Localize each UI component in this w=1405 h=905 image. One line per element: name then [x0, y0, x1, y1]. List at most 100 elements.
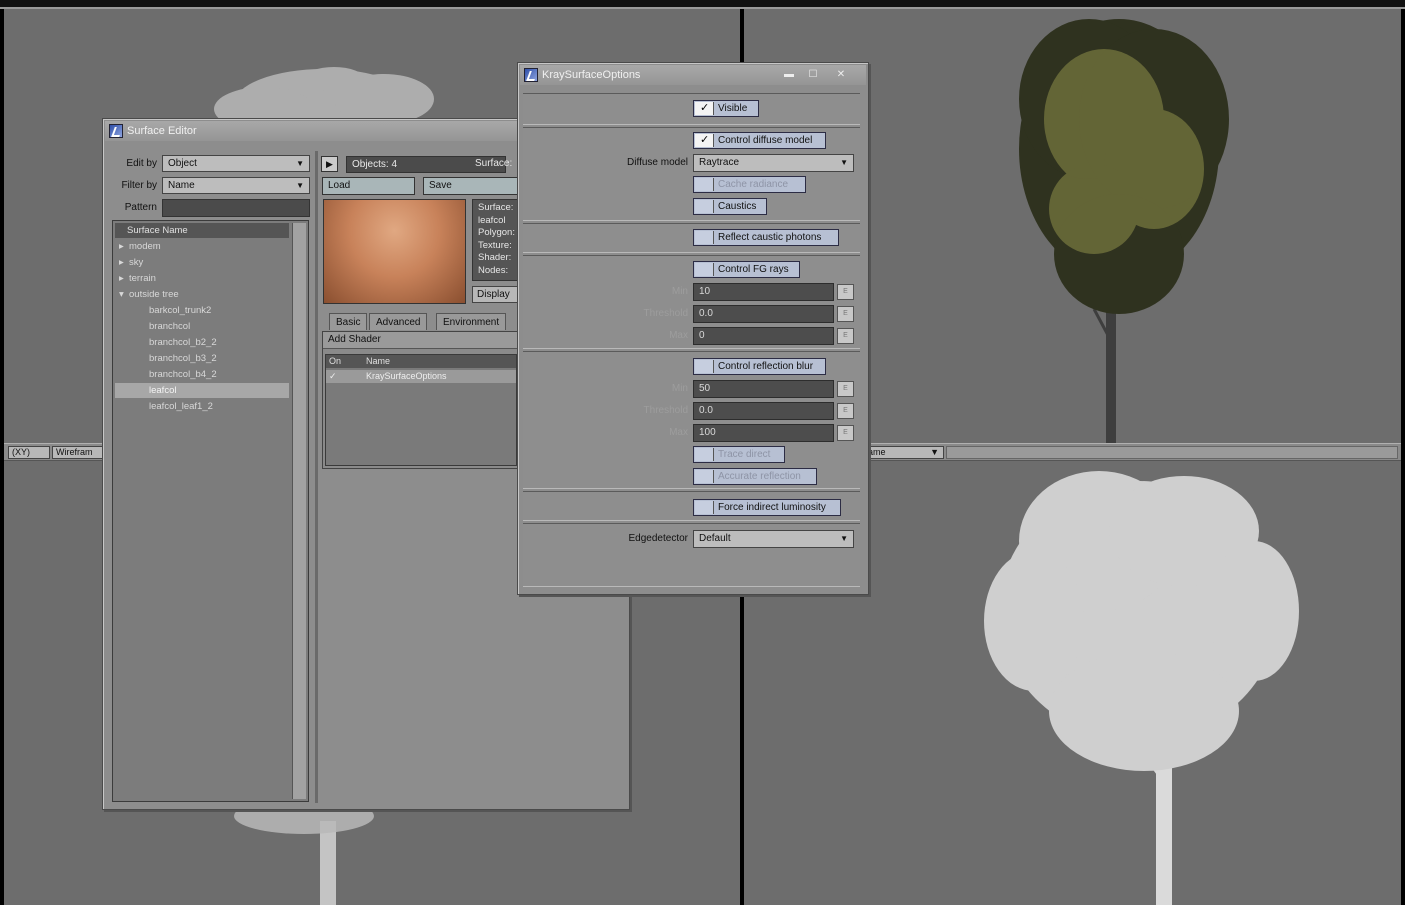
- kray-title: KraySurfaceOptions: [542, 69, 641, 81]
- surface-name: branchcol_b2_2: [149, 337, 217, 348]
- diffuse-model-dropdown[interactable]: Raytrace: [693, 154, 854, 172]
- control-diffuse-checkbox[interactable]: ✓ Control diffuse model: [693, 132, 826, 149]
- fg-max-input[interactable]: 0: [693, 327, 834, 345]
- viewport-toolbar-strip: [946, 446, 1398, 459]
- surface-list-item[interactable]: branchcol_b3_2: [115, 351, 289, 366]
- surface-name: branchcol_b4_2: [149, 369, 217, 380]
- surface-list-item[interactable]: branchcol_b4_2: [115, 367, 289, 382]
- surface-list[interactable]: Surface Name ▸ modem ▸ sky ▸ terrain ▾ outside …: [112, 220, 309, 802]
- top-menu-strip: [0, 0, 1405, 9]
- fg-threshold-input[interactable]: 0.0: [693, 305, 834, 323]
- surface-list-item[interactable]: branchcol: [115, 319, 289, 334]
- visible-checkbox[interactable]: ✓ Visible: [693, 100, 759, 117]
- diffuse-model-label: Diffuse model: [627, 157, 688, 168]
- control-fg-rays-checkbox[interactable]: Control FG rays: [693, 261, 800, 278]
- edit-by-label: Edit by: [126, 158, 157, 169]
- kray-surface-options-window[interactable]: KraySurfaceOptions ▬ ☐ ✕ ✓ Visible ✓ Contr…: [517, 62, 869, 595]
- edit-by-dropdown[interactable]: Object: [162, 155, 310, 172]
- surface-info-line: leafcol: [478, 214, 506, 226]
- shader-name-header: Name: [366, 356, 391, 366]
- add-shader-button[interactable]: Add Shader: [323, 332, 517, 349]
- surface-list-item[interactable]: ▸ sky: [115, 255, 289, 270]
- surface-name: branchcol_b3_2: [149, 353, 217, 364]
- blur-min-label: Min: [671, 383, 688, 394]
- filter-by-dropdown[interactable]: Name: [162, 177, 310, 194]
- shader-on-header: On: [329, 356, 342, 366]
- shader-list[interactable]: On Name ✓ KraySurfaceOptions: [325, 354, 517, 466]
- view-type-menu[interactable]: (XY): [8, 446, 50, 459]
- expand-arrow-icon[interactable]: ▸: [119, 271, 129, 286]
- surface-name: outside tree: [129, 289, 179, 300]
- play-arrow-icon[interactable]: ▶: [321, 156, 338, 172]
- close-icon[interactable]: ✕: [832, 69, 850, 82]
- tab-environment[interactable]: Environment: [436, 313, 507, 330]
- envelope-icon[interactable]: E: [837, 328, 854, 344]
- surface-name: terrain: [129, 273, 156, 284]
- fg-min-input[interactable]: 10: [693, 283, 834, 301]
- envelope-icon[interactable]: E: [837, 306, 854, 322]
- pattern-input[interactable]: [162, 199, 310, 217]
- surface-list-item[interactable]: branchcol_b2_2: [115, 335, 289, 350]
- caustics-checkbox[interactable]: Caustics: [693, 198, 767, 215]
- minimize-icon[interactable]: ▬: [780, 69, 798, 82]
- surface-list-item[interactable]: leafcol: [115, 383, 289, 398]
- expand-arrow-icon[interactable]: ▾: [119, 287, 129, 302]
- display-button[interactable]: Display: [472, 286, 518, 303]
- pattern-label: Pattern: [124, 202, 157, 213]
- surface-list-item[interactable]: ▸ terrain: [115, 271, 289, 286]
- shader-name: KraySurfaceOptions: [366, 371, 447, 381]
- surface-name: barkcol_trunk2: [149, 305, 212, 316]
- tab-advanced[interactable]: Advanced: [369, 313, 428, 330]
- control-reflection-blur-checkbox[interactable]: Control reflection blur: [693, 358, 826, 375]
- shading-mode-menu[interactable]: Wirefram: [52, 446, 108, 459]
- chevron-down-icon: ▼: [930, 447, 939, 457]
- surface-info-line: Nodes:: [478, 264, 509, 276]
- reflect-caustic-photons-checkbox[interactable]: Reflect caustic photons: [693, 229, 839, 246]
- fg-max-label: Max: [669, 330, 688, 341]
- surface-list-header[interactable]: Surface Name: [115, 223, 289, 238]
- surface-editor-title: Surface Editor: [127, 125, 197, 137]
- surface-list-item[interactable]: ▸ modem: [115, 239, 289, 254]
- surface-name: leafcol_leaf1_2: [149, 401, 213, 412]
- edgedetector-dropdown[interactable]: Default: [693, 530, 854, 548]
- surface-info-line: Shader:: [478, 252, 512, 263]
- shading-mode-label: ame: [868, 447, 886, 457]
- kray-titlebar[interactable]: KraySurfaceOptions ▬ ☐ ✕: [520, 65, 866, 85]
- expand-arrow-icon[interactable]: ▸: [119, 239, 129, 254]
- blur-threshold-input[interactable]: 0.0: [693, 402, 834, 420]
- trace-direct-checkbox[interactable]: Trace direct: [693, 446, 785, 463]
- force-indirect-luminosity-checkbox[interactable]: Force indirect luminosity: [693, 499, 841, 516]
- tab-content: Add Shader On Name ✓ KraySurfaceOptions: [322, 331, 518, 469]
- maximize-icon[interactable]: ☐: [804, 69, 822, 82]
- edgedetector-label: Edgedetector: [628, 533, 689, 544]
- surface-column-label: Surface:: [475, 158, 513, 169]
- tab-basic[interactable]: Basic: [329, 313, 368, 330]
- surface-info-line: Surface:: [478, 202, 514, 213]
- blur-min-input[interactable]: 50: [693, 380, 834, 398]
- surface-preview[interactable]: [323, 199, 466, 304]
- surface-list-item[interactable]: ▾ outside tree: [115, 287, 289, 302]
- accurate-reflection-checkbox[interactable]: Accurate reflection: [693, 468, 817, 485]
- envelope-icon[interactable]: E: [837, 403, 854, 419]
- surface-list-item[interactable]: leafcol_leaf1_2: [115, 399, 289, 414]
- fg-min-label: Min: [671, 286, 688, 297]
- surface-list-scrollbar[interactable]: [292, 223, 306, 799]
- shader-list-header: On Name: [326, 355, 516, 368]
- envelope-icon[interactable]: E: [837, 284, 854, 300]
- cache-radiance-checkbox[interactable]: Cache radiance: [693, 176, 806, 193]
- shader-row[interactable]: ✓ KraySurfaceOptions: [326, 370, 516, 383]
- surface-name: branchcol: [149, 321, 191, 332]
- shader-enabled-check-icon[interactable]: ✓: [329, 370, 337, 383]
- envelope-icon[interactable]: E: [837, 425, 854, 441]
- blur-max-label: Max: [669, 427, 688, 438]
- shading-mode-menu-right[interactable]: ame ▼: [864, 446, 944, 459]
- save-button[interactable]: Save: [423, 177, 518, 195]
- pane-splitter[interactable]: [315, 151, 318, 803]
- load-button[interactable]: Load: [322, 177, 415, 195]
- surface-list-item[interactable]: barkcol_trunk2: [115, 303, 289, 318]
- filter-by-label: Filter by: [121, 180, 157, 191]
- panel-visibility: [523, 93, 860, 125]
- expand-arrow-icon[interactable]: ▸: [119, 255, 129, 270]
- envelope-icon[interactable]: E: [837, 381, 854, 397]
- blur-max-input[interactable]: 100: [693, 424, 834, 442]
